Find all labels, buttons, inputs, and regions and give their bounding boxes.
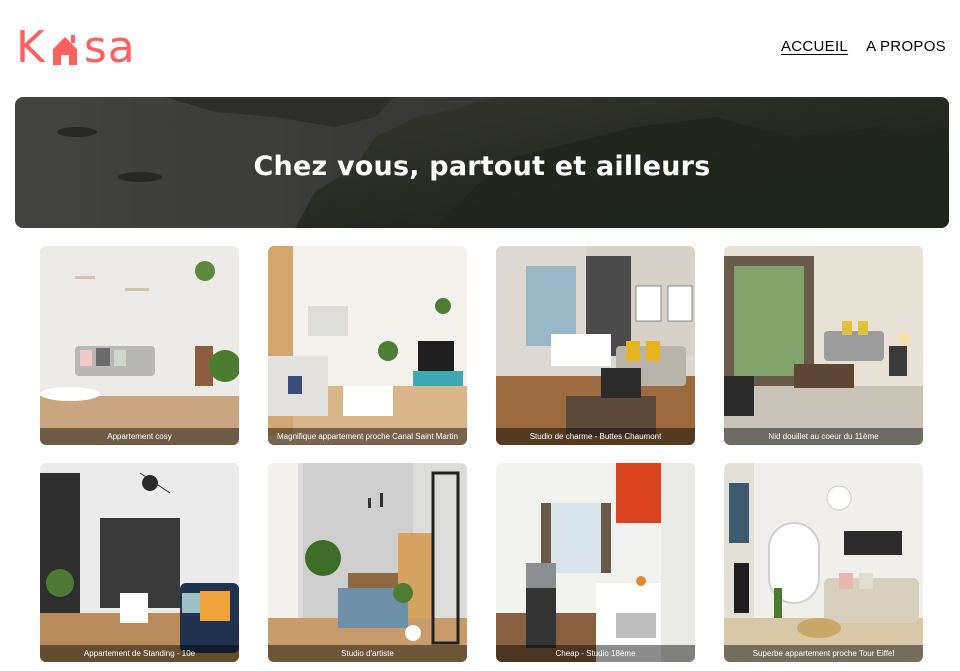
listings-gallery: Appartement cosy Magnifique appartement …	[40, 246, 924, 662]
listing-card[interactable]: Nid douillet au coeur du 11ème	[724, 246, 923, 445]
listing-cover-image	[40, 463, 239, 662]
listing-card[interactable]: Appartement cosy	[40, 246, 239, 445]
listing-cover-image	[724, 463, 923, 662]
main-nav: ACCUEIL A PROPOS	[781, 38, 946, 55]
listing-card[interactable]: Appartement de Standing - 10e	[40, 463, 239, 662]
listing-card[interactable]: Studio d'artiste	[268, 463, 467, 662]
house-icon	[52, 35, 77, 65]
listing-cover-image	[268, 246, 467, 445]
nav-link-accueil[interactable]: ACCUEIL	[781, 38, 848, 55]
logo-letter-k: K	[16, 21, 46, 73]
listing-card[interactable]: Cheap - Studio 18ème	[496, 463, 695, 662]
listing-card[interactable]: Magnifique appartement proche Canal Sain…	[268, 246, 467, 445]
listing-card[interactable]: Studio de charme - Buttes Chaumont	[496, 246, 695, 445]
listing-title: Appartement de Standing - 10e	[40, 645, 239, 662]
kasa-logo[interactable]: K sa	[16, 22, 136, 73]
site-header: K sa ACCUEIL A PROPOS	[0, 0, 960, 96]
listing-cover-image	[496, 246, 695, 445]
hero-banner: Chez vous, partout et ailleurs	[15, 97, 949, 228]
listing-title: Studio de charme - Buttes Chaumont	[496, 428, 695, 445]
listing-cover-image	[496, 463, 695, 662]
nav-link-a-propos[interactable]: A PROPOS	[866, 38, 946, 55]
banner-title: Chez vous, partout et ailleurs	[253, 151, 711, 182]
listing-cover-image	[40, 246, 239, 445]
logo-letters-sa: sa	[83, 21, 136, 73]
listing-card[interactable]: Superbe appartement proche Tour Eiffel	[724, 463, 923, 662]
listing-title: Superbe appartement proche Tour Eiffel	[724, 645, 923, 662]
listing-title: Appartement cosy	[40, 428, 239, 445]
listing-cover-image	[268, 463, 467, 662]
listing-title: Magnifique appartement proche Canal Sain…	[268, 428, 467, 445]
listing-cover-image	[724, 246, 923, 445]
listing-title: Cheap - Studio 18ème	[496, 645, 695, 662]
listing-title: Studio d'artiste	[268, 645, 467, 662]
listing-title: Nid douillet au coeur du 11ème	[724, 428, 923, 445]
